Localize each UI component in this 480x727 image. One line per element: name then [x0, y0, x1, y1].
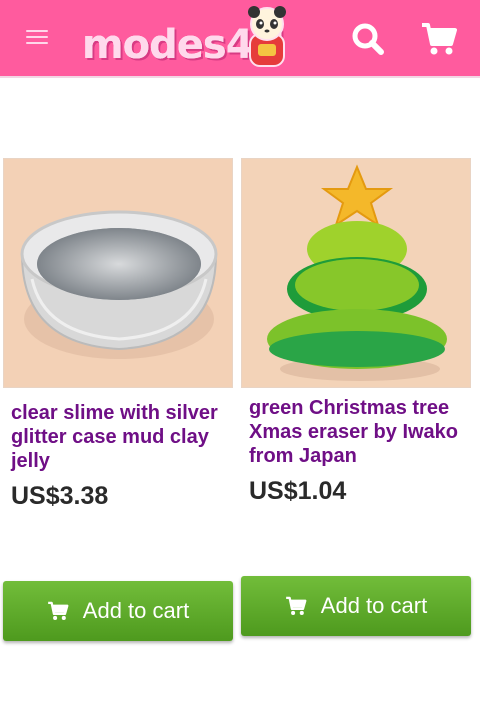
hamburger-menu-icon[interactable]	[26, 30, 48, 48]
product-card: clear slime with silver glitter case mud…	[3, 158, 233, 642]
add-to-cart-label: Add to cart	[82, 598, 190, 623]
product-image[interactable]	[3, 158, 233, 388]
brand-logo[interactable]: modes4U	[82, 4, 292, 72]
panda-mascot-icon	[248, 6, 286, 67]
product-price: US$1.04	[249, 477, 347, 505]
cart-button[interactable]	[420, 22, 458, 56]
cart-icon	[422, 23, 457, 55]
search-icon	[352, 23, 384, 55]
add-to-cart-button[interactable]: Add to cart	[241, 576, 471, 636]
product-title[interactable]: green Christmas tree Xmas eraser by Iwak…	[249, 396, 463, 468]
product-card: green Christmas tree Xmas eraser by Iwak…	[241, 158, 471, 638]
product-image[interactable]	[241, 158, 471, 388]
cart-icon	[285, 596, 307, 615]
search-button[interactable]	[350, 22, 386, 56]
add-to-cart-label: Add to cart	[320, 593, 428, 618]
product-price: US$3.38	[11, 482, 109, 510]
christmas-tree-eraser-image	[242, 159, 470, 387]
top-header: modes4U	[0, 0, 480, 78]
product-title[interactable]: clear slime with silver glitter case mud…	[11, 401, 225, 473]
add-to-cart-button[interactable]: Add to cart	[3, 581, 233, 641]
slime-jar-image	[4, 159, 232, 387]
cart-icon	[47, 601, 69, 620]
